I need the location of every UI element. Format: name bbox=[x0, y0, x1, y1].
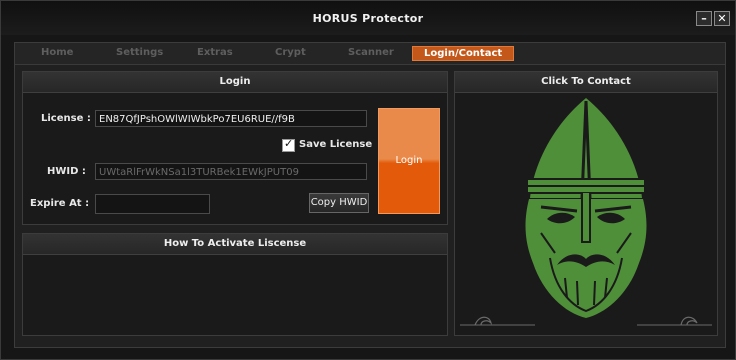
tab-scanner[interactable]: Scanner bbox=[348, 47, 394, 58]
tab-login-contact[interactable]: Login/Contact bbox=[412, 46, 515, 61]
login-panel: Login License : EN87QfJPshOWlWIWbkPo7EU6… bbox=[22, 71, 448, 225]
tab-home[interactable]: Home bbox=[41, 47, 73, 58]
hwid-input[interactable]: UWtaRlFrWkNSa1l3TURBek1EWkJPUT09 bbox=[95, 163, 367, 180]
tab-extras[interactable]: Extras bbox=[197, 47, 233, 58]
license-input[interactable]: EN87QfJPshOWlWIWbkPo7EU6RUE//f9B bbox=[95, 110, 367, 127]
tab-bar: Home Settings Extras Crypt Scanner Login… bbox=[15, 43, 725, 65]
title-bar[interactable]: HORUS Protector – ✕ bbox=[1, 1, 735, 35]
expire-at-label: Expire At : bbox=[30, 198, 90, 209]
contact-panel: Click To Contact bbox=[454, 71, 718, 336]
main-content: Home Settings Extras Crypt Scanner Login… bbox=[14, 42, 726, 348]
app-window: HORUS Protector – ✕ Home Settings Extras… bbox=[0, 0, 736, 360]
viking-warrior-icon[interactable] bbox=[455, 93, 717, 335]
save-license-label: Save License bbox=[299, 139, 373, 150]
expire-at-input[interactable] bbox=[95, 194, 210, 214]
activate-panel-title: How To Activate Liscense bbox=[23, 234, 447, 255]
tab-settings[interactable]: Settings bbox=[116, 47, 163, 58]
close-icon[interactable]: ✕ bbox=[714, 11, 730, 26]
activate-panel: How To Activate Liscense bbox=[22, 233, 448, 336]
license-label: License : bbox=[41, 113, 91, 124]
window-title: HORUS Protector bbox=[312, 12, 424, 25]
hwid-label: HWID : bbox=[47, 166, 86, 177]
login-panel-title: Login bbox=[23, 72, 447, 93]
tab-crypt[interactable]: Crypt bbox=[275, 47, 306, 58]
checkmark-icon: ✓ bbox=[284, 137, 294, 150]
save-license-checkbox[interactable]: ✓ bbox=[282, 137, 295, 152]
contact-panel-title: Click To Contact bbox=[455, 72, 717, 93]
login-button[interactable]: Login bbox=[378, 108, 440, 214]
minimize-icon[interactable]: – bbox=[696, 11, 712, 26]
copy-hwid-button[interactable]: Copy HWID bbox=[309, 193, 369, 213]
